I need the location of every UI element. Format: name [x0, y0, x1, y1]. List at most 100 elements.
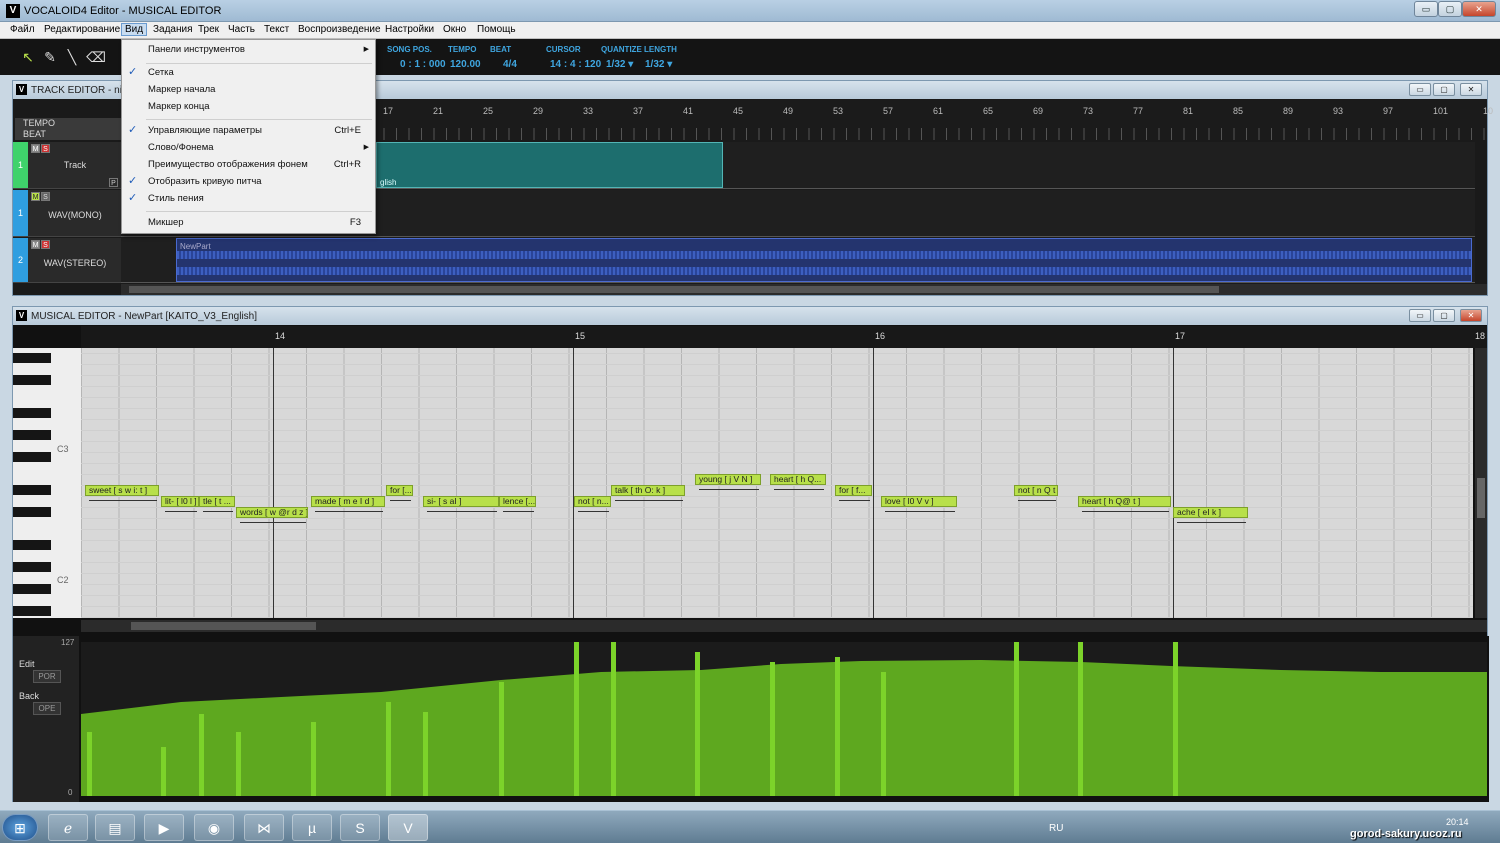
- menu-playback[interactable]: Воспроизведение: [298, 24, 381, 35]
- black-key[interactable]: [13, 408, 51, 418]
- control-curve[interactable]: [81, 642, 1487, 796]
- arrow-tool-icon[interactable]: ↖: [18, 47, 38, 67]
- menu-item-control-params[interactable]: ✓ Управляющие параметры Ctrl+E: [122, 122, 375, 139]
- length-select[interactable]: 1/32 ▾: [645, 59, 672, 70]
- menu-window[interactable]: Окно: [443, 24, 466, 35]
- musical-editor-titlebar[interactable]: V MUSICAL EDITOR - NewPart [KAITO_V3_Eng…: [13, 307, 1487, 325]
- menu-help[interactable]: Помощь: [477, 24, 516, 35]
- ie-icon[interactable]: ℯ: [48, 814, 88, 841]
- note[interactable]: heart [ h Q@ t ]: [1078, 496, 1171, 507]
- note[interactable]: for [...: [386, 485, 413, 496]
- track-hscroll[interactable]: [121, 284, 1487, 295]
- maximize-button[interactable]: ▢: [1438, 1, 1462, 17]
- velocity-bar[interactable]: [1014, 642, 1019, 796]
- note[interactable]: lence [...: [499, 496, 536, 507]
- menu-item-start-marker[interactable]: Маркер начала: [122, 81, 375, 98]
- track-header-1[interactable]: 1 M S Track P: [13, 142, 121, 189]
- velocity-bar[interactable]: [835, 657, 840, 796]
- mute-button[interactable]: M: [31, 144, 40, 153]
- menu-item-phoneme-priority[interactable]: Преимущество отображения фонем Ctrl+R: [122, 156, 375, 173]
- me-maximize-button[interactable]: ▢: [1433, 309, 1455, 322]
- menu-item-singing-style[interactable]: ✓ Стиль пения: [122, 190, 375, 207]
- line-tool-icon[interactable]: ╲: [62, 47, 82, 67]
- note[interactable]: young [ j V N ]: [695, 474, 761, 485]
- menu-settings[interactable]: Настройки: [385, 24, 434, 35]
- menu-item-grid[interactable]: ✓ Сетка: [122, 64, 375, 81]
- utorrent-icon[interactable]: µ: [292, 814, 332, 841]
- me-minimize-button[interactable]: ▭: [1409, 309, 1431, 322]
- note[interactable]: si- [ s aI ]: [423, 496, 499, 507]
- scroll-thumb[interactable]: [131, 622, 316, 630]
- clock[interactable]: 20:14: [1446, 817, 1469, 827]
- control-graph[interactable]: [81, 642, 1487, 796]
- note[interactable]: for [ f...: [835, 485, 872, 496]
- menu-item-end-marker[interactable]: Маркер конца: [122, 98, 375, 115]
- velocity-bar[interactable]: [311, 722, 316, 796]
- black-key[interactable]: [13, 606, 51, 616]
- mute-button[interactable]: M: [31, 192, 40, 201]
- black-key[interactable]: [13, 375, 51, 385]
- track-header-3[interactable]: 2 M S WAV(STEREO): [13, 238, 121, 283]
- note[interactable]: made [ m e I d ]: [311, 496, 385, 507]
- note[interactable]: lit- [ l0 l ]: [161, 496, 199, 507]
- menu-lyrics[interactable]: Текст: [264, 24, 289, 35]
- black-key[interactable]: [13, 507, 51, 517]
- velocity-bar[interactable]: [199, 714, 204, 796]
- skype-icon[interactable]: S: [340, 814, 380, 841]
- velocity-bar[interactable]: [236, 732, 241, 796]
- velocity-bar[interactable]: [1078, 642, 1083, 796]
- roll-vscroll[interactable]: [1475, 348, 1487, 618]
- black-key[interactable]: [13, 452, 51, 462]
- te-minimize-button[interactable]: ▭: [1409, 83, 1431, 96]
- velocity-bar[interactable]: [574, 642, 579, 796]
- tempo-value[interactable]: 120.00: [450, 59, 481, 70]
- velocity-bar[interactable]: [87, 732, 92, 796]
- menu-item-pitch-curve[interactable]: ✓ Отобразить кривую питча: [122, 173, 375, 190]
- solo-button[interactable]: S: [41, 144, 50, 153]
- part-prop-icon[interactable]: P: [109, 178, 118, 187]
- black-key[interactable]: [13, 584, 51, 594]
- velocity-bar[interactable]: [161, 747, 166, 796]
- beat-value[interactable]: 4/4: [503, 59, 517, 70]
- piano-roll[interactable]: sweet [ s w i: t ] lit- [ l0 l ] tle [ t .…: [81, 348, 1473, 618]
- te-maximize-button[interactable]: ▢: [1433, 83, 1455, 96]
- velocity-bar[interactable]: [1173, 642, 1178, 796]
- menu-part[interactable]: Часть: [228, 24, 255, 35]
- velocity-bar[interactable]: [499, 682, 504, 796]
- explorer-icon[interactable]: ▤: [95, 814, 135, 841]
- note[interactable]: tle [ t ...: [199, 496, 235, 507]
- scroll-thumb[interactable]: [129, 286, 1219, 293]
- menu-jobs[interactable]: Задания: [153, 24, 193, 35]
- note[interactable]: talk [ th O: k ]: [611, 485, 685, 496]
- black-key[interactable]: [13, 353, 51, 363]
- menu-edit[interactable]: Редактирование: [44, 24, 120, 35]
- visual-studio-icon[interactable]: ⋈: [244, 814, 284, 841]
- language-indicator[interactable]: RU: [1049, 823, 1063, 834]
- note[interactable]: heart [ h Q...: [770, 474, 826, 485]
- vocal-part[interactable]: glish: [376, 142, 723, 188]
- velocity-bar[interactable]: [770, 662, 775, 796]
- wave-part[interactable]: NewPart: [176, 238, 1472, 282]
- quantize-select[interactable]: 1/32 ▾: [606, 59, 633, 70]
- note[interactable]: not [ n Q t ]: [1014, 485, 1058, 496]
- menu-track[interactable]: Трек: [198, 24, 219, 35]
- te-close-button[interactable]: ✕: [1460, 83, 1482, 96]
- velocity-bar[interactable]: [423, 712, 428, 796]
- velocity-bar[interactable]: [611, 642, 616, 796]
- menu-item-mixer[interactable]: Микшер F3: [122, 214, 375, 231]
- vocaloid-taskbar-icon[interactable]: V: [388, 814, 428, 841]
- piano-keyboard[interactable]: C3 C2: [13, 348, 81, 618]
- black-key[interactable]: [13, 562, 51, 572]
- media-player-icon[interactable]: ▶: [144, 814, 184, 841]
- solo-button[interactable]: S: [41, 240, 50, 249]
- track-lane-3[interactable]: NewPart: [121, 238, 1475, 283]
- roll-hscroll[interactable]: [81, 620, 1487, 632]
- note[interactable]: love [ l0 V v ]: [881, 496, 957, 507]
- scroll-thumb[interactable]: [1477, 478, 1485, 518]
- back-param-select[interactable]: OPE: [33, 702, 61, 715]
- velocity-bar[interactable]: [695, 652, 700, 796]
- velocity-bar[interactable]: [881, 672, 886, 796]
- black-key[interactable]: [13, 485, 51, 495]
- black-key[interactable]: [13, 540, 51, 550]
- note[interactable]: ache [ eI k ]: [1173, 507, 1248, 518]
